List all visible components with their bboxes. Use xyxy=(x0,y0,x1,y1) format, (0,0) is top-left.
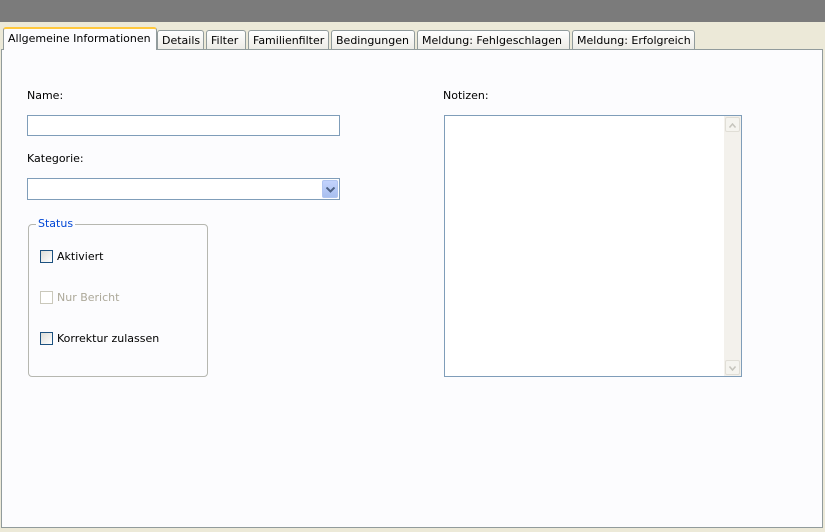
category-select[interactable] xyxy=(27,178,340,200)
notes-label: Notizen: xyxy=(443,89,489,102)
tab-label: Familienfilter xyxy=(253,34,325,47)
notes-vertical-scrollbar[interactable] xyxy=(724,116,741,376)
status-groupbox: Status Aktiviert Nur Bericht Korrektur z… xyxy=(28,217,208,377)
scroll-up-button[interactable] xyxy=(725,117,740,132)
category-label: Kategorie: xyxy=(27,152,84,165)
nur-bericht-label: Nur Bericht xyxy=(57,290,120,304)
korrektur-zulassen-checkbox[interactable] xyxy=(40,331,53,345)
tab-label: Details xyxy=(162,34,201,47)
tab-label: Meldung: Erfolgreich xyxy=(577,34,691,47)
scroll-up-arrow-icon xyxy=(728,118,737,131)
tab-bedingungen[interactable]: Bedingungen xyxy=(331,30,415,49)
tab-allgemeine-informationen[interactable]: Allgemeine Informationen xyxy=(3,27,157,50)
tab-strip: Allgemeine Informationen Details Filter … xyxy=(0,22,825,50)
aktiviert-checkbox-row[interactable]: Aktiviert xyxy=(40,249,103,263)
korrektur-zulassen-label: Korrektur zulassen xyxy=(57,331,160,345)
notes-textarea[interactable] xyxy=(444,115,742,377)
nur-bericht-checkbox-row: Nur Bericht xyxy=(40,290,119,304)
tab-label: Allgemeine Informationen xyxy=(8,32,151,45)
tab-label: Meldung: Fehlgeschlagen xyxy=(422,34,562,47)
name-label: Name: xyxy=(27,89,64,102)
name-input[interactable] xyxy=(27,115,340,136)
tab-panel-general: Name: Kategorie: Status Aktiviert Nur Be… xyxy=(1,49,823,528)
chevron-down-icon xyxy=(325,183,335,196)
tab-meldung-erfolgreich[interactable]: Meldung: Erfolgreich xyxy=(572,30,695,49)
scroll-down-button[interactable] xyxy=(725,360,740,375)
tab-details[interactable]: Details xyxy=(157,30,204,49)
tab-label: Bedingungen xyxy=(336,34,409,47)
scroll-down-arrow-icon xyxy=(728,361,737,374)
aktiviert-label: Aktiviert xyxy=(57,249,104,263)
window-titlebar xyxy=(0,0,825,23)
aktiviert-checkbox[interactable] xyxy=(40,249,53,263)
tab-filter[interactable]: Filter xyxy=(206,30,246,49)
status-group-title: Status xyxy=(36,217,76,230)
tab-label: Filter xyxy=(211,34,239,47)
tab-familienfilter[interactable]: Familienfilter xyxy=(248,30,329,49)
korrektur-zulassen-checkbox-row[interactable]: Korrektur zulassen xyxy=(40,331,159,345)
nur-bericht-checkbox xyxy=(40,290,53,304)
tab-meldung-fehlgeschlagen[interactable]: Meldung: Fehlgeschlagen xyxy=(417,30,570,49)
combo-dropdown-button[interactable] xyxy=(322,180,338,198)
